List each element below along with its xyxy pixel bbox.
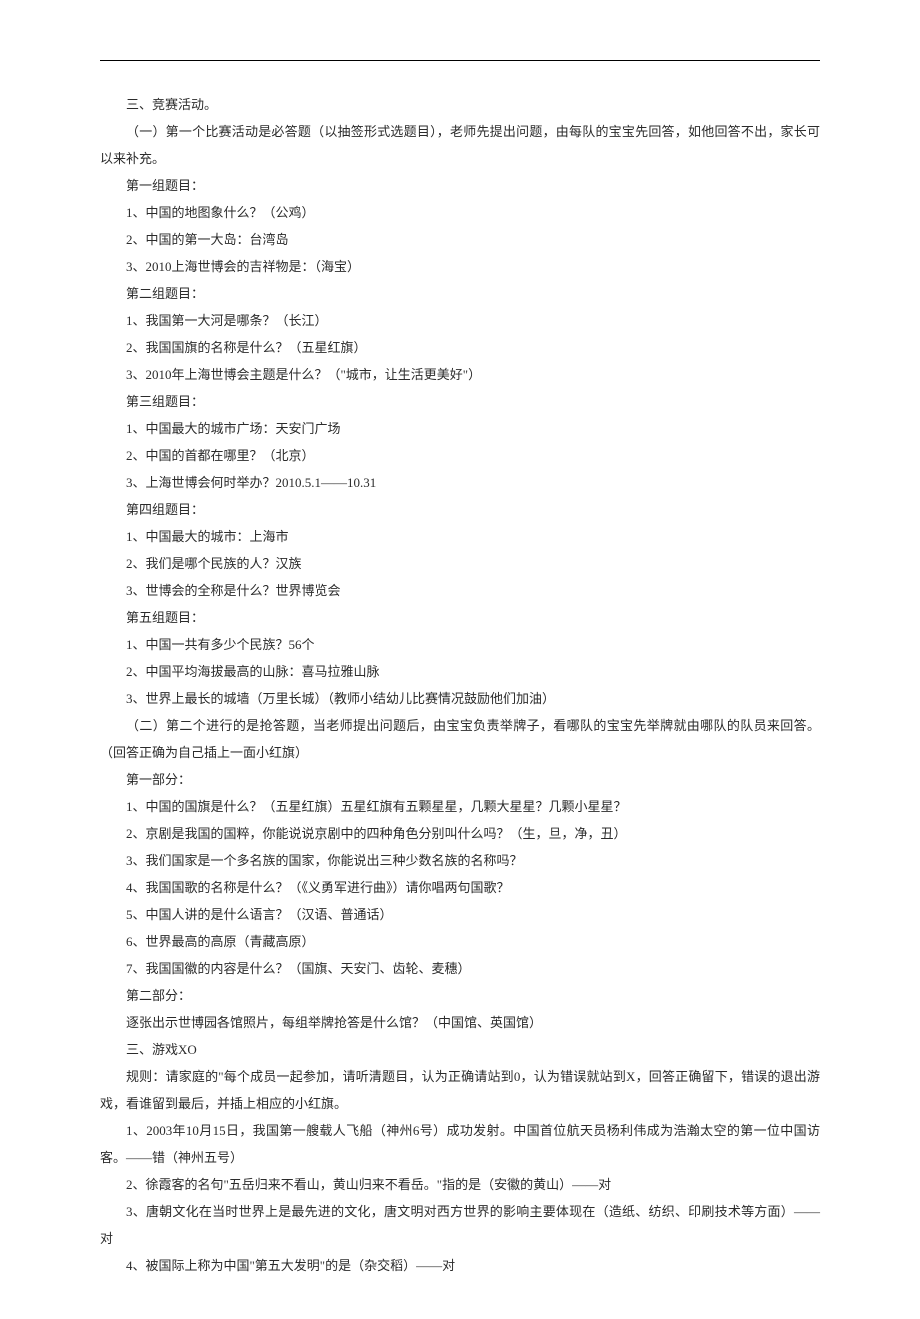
text-line: 第三组题目： [100,388,820,415]
text-line: 2、京剧是我国的国粹，你能说说京剧中的四种角色分别叫什么吗？（生，旦，净，丑） [100,820,820,847]
text-line: 第二组题目： [100,280,820,307]
text-line: （二）第二个进行的是抢答题，当老师提出问题后，由宝宝负责举牌子，看哪队的宝宝先举… [100,712,820,766]
text-line: 6、世界最高的高原（青藏高原） [100,928,820,955]
text-line: 3、2010上海世博会的吉祥物是：（海宝） [100,253,820,280]
text-line: 第五组题目： [100,604,820,631]
text-line: 1、中国最大的城市广场：天安门广场 [100,415,820,442]
text-line: 2、我国国旗的名称是什么？（五星红旗） [100,334,820,361]
text-line: 第一组题目： [100,172,820,199]
text-line: 1、中国最大的城市：上海市 [100,523,820,550]
text-line: 2、中国的首都在哪里？（北京） [100,442,820,469]
text-line: 第四组题目： [100,496,820,523]
text-line: 第二部分： [100,982,820,1009]
text-line: 第一部分： [100,766,820,793]
text-line: 2、中国的第一大岛：台湾岛 [100,226,820,253]
text-line: 1、中国的地图象什么？（公鸡） [100,199,820,226]
text-line: 5、中国人讲的是什么语言？（汉语、普通话） [100,901,820,928]
text-line: 3、世界上最长的城墙（万里长城）（教师小结幼儿比赛情况鼓励他们加油） [100,685,820,712]
text-line: 逐张出示世博园各馆照片，每组举牌抢答是什么馆？（中国馆、英国馆） [100,1009,820,1036]
text-line: （一）第一个比赛活动是必答题（以抽签形式选题目），老师先提出问题，由每队的宝宝先… [100,118,820,172]
text-line: 2、中国平均海拔最高的山脉：喜马拉雅山脉 [100,658,820,685]
text-line: 三、游戏XO [100,1036,820,1063]
text-line: 3、2010年上海世博会主题是什么？（"城市，让生活更美好"） [100,361,820,388]
document-page: 三、竞赛活动。（一）第一个比赛活动是必答题（以抽签形式选题目），老师先提出问题，… [0,0,920,1319]
text-line: 3、唐朝文化在当时世界上是最先进的文化，唐文明对西方世界的影响主要体现在（造纸、… [100,1198,820,1252]
text-line: 3、我们国家是一个多名族的国家，你能说出三种少数名族的名称吗？ [100,847,820,874]
text-line: 2、徐霞客的名句"五岳归来不看山，黄山归来不看岳。"指的是（安徽的黄山）——对 [100,1171,820,1198]
text-line: 7、我国国徽的内容是什么？（国旗、天安门、齿轮、麦穗） [100,955,820,982]
text-line: 规则：请家庭的"每个成员一起参加，请听清题目，认为正确请站到0，认为错误就站到X… [100,1063,820,1117]
text-line: 2、我们是哪个民族的人？汉族 [100,550,820,577]
text-line: 1、2003年10月15日，我国第一艘载人飞船（神州6号）成功发射。中国首位航天… [100,1117,820,1171]
text-line: 1、中国一共有多少个民族？56个 [100,631,820,658]
text-line: 3、上海世博会何时举办？2010.5.1——10.31 [100,469,820,496]
text-line: 三、竞赛活动。 [100,91,820,118]
text-line: 4、被国际上称为中国"第五大发明"的是（杂交稻）——对 [100,1252,820,1279]
text-line: 1、我国第一大河是哪条？（长江） [100,307,820,334]
document-body: 三、竞赛活动。（一）第一个比赛活动是必答题（以抽签形式选题目），老师先提出问题，… [100,91,820,1279]
text-line: 1、中国的国旗是什么？（五星红旗）五星红旗有五颗星星，几颗大星星？几颗小星星？ [100,793,820,820]
text-line: 4、我国国歌的名称是什么？（《义勇军进行曲》）请你唱两句国歌？ [100,874,820,901]
text-line: 3、世博会的全称是什么？世界博览会 [100,577,820,604]
top-divider [100,60,820,61]
